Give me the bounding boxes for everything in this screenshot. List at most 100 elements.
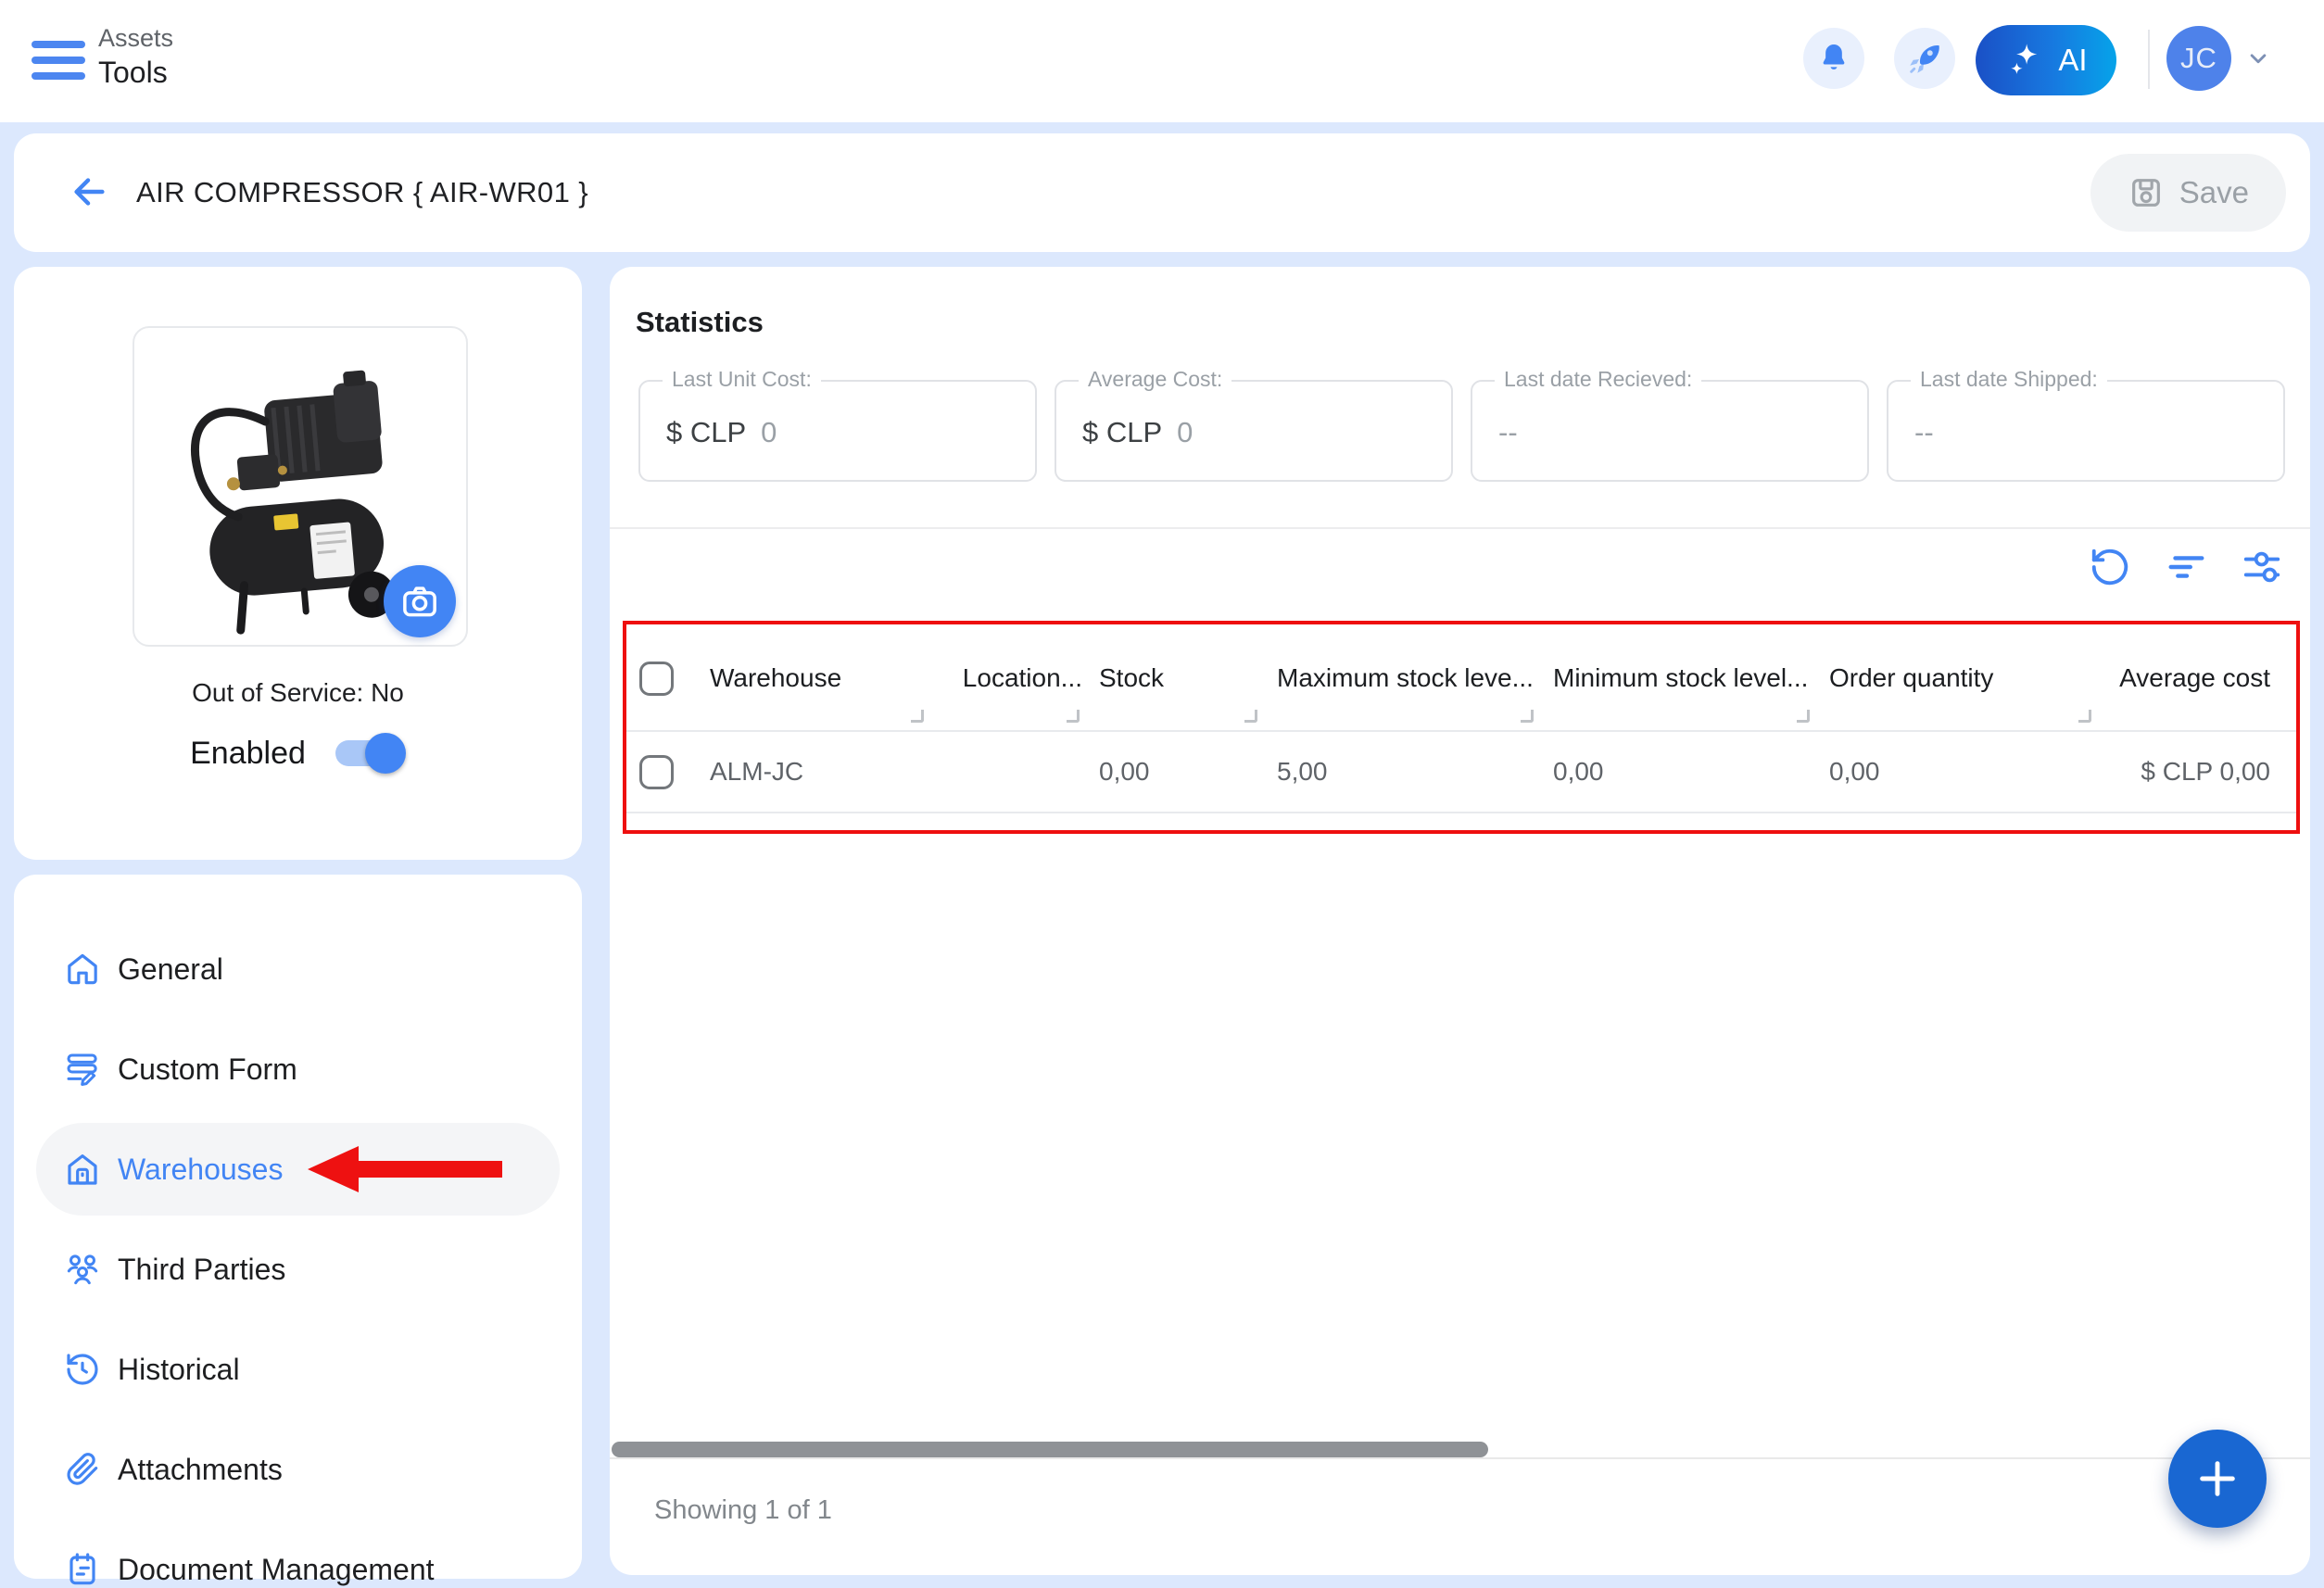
filter-icon <box>2165 546 2207 588</box>
sidebar-item-label: Document Management <box>118 1553 435 1587</box>
sidebar-item-label: Attachments <box>118 1453 283 1487</box>
column-header-max-stock[interactable]: Maximum stock leve... <box>1260 663 1536 693</box>
stat-last-date-shipped: Last date Shipped: -- <box>1887 380 2285 482</box>
annotation-arrow <box>308 1146 502 1192</box>
refresh-icon <box>2089 546 2131 588</box>
column-resize-handle[interactable] <box>1244 710 1257 723</box>
column-header-min-stock[interactable]: Minimum stock level... <box>1536 663 1812 693</box>
stat-value: -- <box>1498 416 1518 449</box>
stat-value: -- <box>1914 416 1934 449</box>
hamburger-menu-icon[interactable] <box>32 37 87 85</box>
notifications-button[interactable] <box>1803 28 1864 89</box>
asset-summary-card: Out of Service: No Enabled <box>14 267 582 860</box>
save-label: Save <box>2179 175 2249 210</box>
save-icon <box>2128 174 2165 211</box>
column-header-location[interactable]: Location... <box>927 663 1082 693</box>
column-resize-handle[interactable] <box>1067 710 1080 723</box>
ai-label: AI <box>2058 43 2087 78</box>
sidebar-item-third-parties[interactable]: Third Parties <box>36 1223 560 1316</box>
table-row[interactable]: ALM-JC 0,00 5,00 0,00 0,00 $ CLP 0,00 <box>626 732 2296 813</box>
column-resize-handle[interactable] <box>1521 710 1534 723</box>
chevron-down-icon[interactable] <box>2244 44 2272 72</box>
refresh-button[interactable] <box>2088 545 2132 589</box>
stat-label: Last date Shipped: <box>1911 367 2107 392</box>
filter-button[interactable] <box>2164 545 2208 589</box>
paperclip-icon <box>64 1451 101 1488</box>
cell-max-stock: 5,00 <box>1260 757 1536 787</box>
top-app-bar: Assets Tools AI <box>0 0 2324 122</box>
horizontal-scrollbar[interactable] <box>612 1442 1488 1457</box>
currency-prefix: $ CLP <box>1082 416 1162 449</box>
page-title-bar: AIR COMPRESSOR { AIR-WR01 } Save <box>14 133 2310 252</box>
pagination-status: Showing 1 of 1 <box>654 1495 832 1526</box>
stat-average-cost: Average Cost: $ CLP 0 <box>1055 380 1453 482</box>
stat-last-date-received: Last date Recieved: -- <box>1471 380 1869 482</box>
stat-last-unit-cost: Last Unit Cost: $ CLP 0 <box>638 380 1037 482</box>
section-divider <box>610 527 2310 529</box>
cell-min-stock: 0,00 <box>1536 757 1812 787</box>
column-resize-handle[interactable] <box>2078 710 2091 723</box>
sparkle-icon <box>2004 39 2047 82</box>
camera-icon <box>399 581 440 622</box>
page-title: AIR COMPRESSOR { AIR-WR01 } <box>136 176 588 209</box>
sidebar-item-historical[interactable]: Historical <box>36 1323 560 1416</box>
ai-assistant-button[interactable]: AI <box>1976 25 2116 95</box>
sidebar-item-warehouses[interactable]: Warehouses <box>36 1123 560 1216</box>
column-header-warehouse[interactable]: Warehouse <box>710 663 927 693</box>
launcher-button[interactable] <box>1894 28 1955 89</box>
stat-value: 0 <box>1177 416 1193 449</box>
rocket-icon <box>1905 39 1944 78</box>
cell-order-quantity: 0,00 <box>1812 757 2094 787</box>
app-title: Tools <box>98 56 168 90</box>
warehouse-icon <box>64 1151 101 1188</box>
column-resize-handle[interactable] <box>1797 710 1810 723</box>
add-warehouse-button[interactable] <box>2168 1430 2267 1528</box>
enabled-toggle[interactable] <box>334 732 406 775</box>
sidebar-item-general[interactable]: General <box>36 923 560 1015</box>
stat-label: Last date Recieved: <box>1495 367 1701 392</box>
select-all-checkbox[interactable] <box>639 662 674 696</box>
sidebar-item-document-management[interactable]: Document Management <box>36 1523 560 1588</box>
app-section-label: Assets <box>98 24 173 53</box>
stat-value: 0 <box>761 416 777 449</box>
sliders-icon <box>2241 546 2283 588</box>
column-resize-handle[interactable] <box>911 710 924 723</box>
back-arrow-icon[interactable] <box>68 170 110 213</box>
cell-stock: 0,00 <box>1082 757 1260 787</box>
header-divider <box>2148 30 2150 89</box>
statistics-heading: Statistics <box>636 306 764 339</box>
scroll-track-line <box>610 1457 2310 1459</box>
bell-icon <box>1815 40 1852 77</box>
form-icon <box>64 1051 101 1088</box>
column-header-order-quantity[interactable]: Order quantity <box>1812 663 2094 693</box>
user-avatar[interactable]: JC <box>2166 26 2231 91</box>
out-of-service-status: Out of Service: No <box>14 678 582 708</box>
people-icon <box>64 1251 101 1288</box>
column-header-stock[interactable]: Stock <box>1082 663 1260 693</box>
change-photo-button[interactable] <box>384 565 456 637</box>
sidebar-item-label: Custom Form <box>118 1052 297 1087</box>
warehouses-panel: Statistics Last Unit Cost: $ CLP 0 Avera… <box>610 267 2310 1575</box>
avatar-initials: JC <box>2180 42 2217 75</box>
clipboard-icon <box>64 1551 101 1588</box>
table-header-row: Warehouse Location... Stock Maximum stoc… <box>626 624 2296 732</box>
annotation-highlight-rect: Warehouse Location... Stock Maximum stoc… <box>623 621 2300 834</box>
save-button[interactable]: Save <box>2090 154 2286 232</box>
home-icon <box>64 951 101 988</box>
sidebar-item-label: Third Parties <box>118 1253 285 1287</box>
asset-nav-card: General Custom Form Warehouses <box>14 875 582 1579</box>
cell-average-cost: $ CLP 0,00 <box>2094 757 2296 787</box>
column-header-average-cost[interactable]: Average cost <box>2094 663 2296 693</box>
sidebar-item-attachments[interactable]: Attachments <box>36 1423 560 1516</box>
sidebar-item-label: General <box>118 952 223 987</box>
row-checkbox[interactable] <box>639 755 674 789</box>
sidebar-item-label: Warehouses <box>118 1153 283 1187</box>
column-settings-button[interactable] <box>2240 545 2284 589</box>
currency-prefix: $ CLP <box>666 416 746 449</box>
enabled-label: Enabled <box>190 736 306 772</box>
table-divider <box>626 730 2296 732</box>
sidebar-item-custom-form[interactable]: Custom Form <box>36 1023 560 1115</box>
sidebar-item-label: Historical <box>118 1353 240 1387</box>
cell-warehouse: ALM-JC <box>710 757 927 787</box>
history-icon <box>64 1351 101 1388</box>
